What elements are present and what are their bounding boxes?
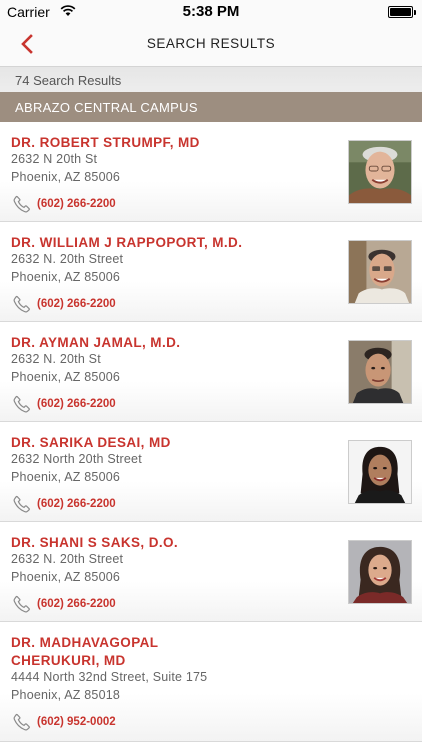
doctor-photo (348, 140, 412, 204)
address-line-1: 2632 N. 20th Street (11, 252, 124, 266)
doctor-photo (348, 340, 412, 404)
phone-number: (602) 266-2200 (37, 498, 116, 510)
clock: 5:38 PM (182, 3, 240, 20)
results-list: DR. ROBERT STRUMPF, MD 2632 N 20th St Ph… (0, 122, 422, 742)
result-item[interactable]: DR. MADHAVAGOPAL CHERUKURI, MD 4444 Nort… (0, 622, 422, 742)
phone-number: (602) 266-2200 (37, 598, 116, 610)
address-line-1: 2632 N. 20th St (11, 352, 101, 366)
address-line-2: Phoenix, AZ 85006 (11, 470, 121, 484)
phone-number: (602) 266-2200 (37, 198, 116, 210)
result-item[interactable]: DR. WILLIAM J RAPPOPORT, M.D. 2632 N. 20… (0, 222, 422, 322)
doctor-name: DR. WILLIAM J RAPPOPORT, M.D. (11, 235, 243, 250)
phone-icon (13, 595, 30, 613)
navigation-bar: SEARCH RESULTS (0, 24, 422, 66)
phone-icon (13, 395, 30, 413)
address-line-2: Phoenix, AZ 85006 (11, 270, 121, 284)
doctor-name-line-2: CHERUKURI, MD (11, 653, 126, 668)
section-title: ABRAZO CENTRAL CAMPUS (15, 100, 198, 115)
phone-icon (13, 713, 30, 731)
results-count: 74 Search Results (15, 73, 122, 88)
doctor-name-line-1: DR. MADHAVAGOPAL (11, 635, 159, 650)
address-line-2: Phoenix, AZ 85006 (11, 370, 121, 384)
phone-number: (602) 266-2200 (37, 298, 116, 310)
phone-icon (13, 195, 30, 213)
doctor-name: DR. ROBERT STRUMPF, MD (11, 135, 200, 150)
phone-icon (13, 295, 30, 313)
address-line-1: 4444 North 32nd Street, Suite 175 (11, 670, 208, 684)
section-header: ABRAZO CENTRAL CAMPUS (0, 92, 422, 122)
doctor-photo (348, 240, 412, 304)
doctor-name: DR. AYMAN JAMAL, M.D. (11, 335, 181, 350)
status-bar: Carrier 5:38 PM (0, 0, 422, 24)
phone-icon (13, 495, 30, 513)
doctor-photo (348, 540, 412, 604)
address-line-2: Phoenix, AZ 85006 (11, 170, 121, 184)
phone-number: (602) 952-0002 (37, 716, 116, 728)
address-line-2: Phoenix, AZ 85018 (11, 688, 121, 702)
doctor-name: DR. SHANI S SAKS, D.O. (11, 535, 179, 550)
result-item[interactable]: DR. ROBERT STRUMPF, MD 2632 N 20th St Ph… (0, 122, 422, 222)
result-item[interactable]: DR. SHANI S SAKS, D.O. 2632 N. 20th Stre… (0, 522, 422, 622)
doctor-name: DR. SARIKA DESAI, MD (11, 435, 171, 450)
address-line-1: 2632 N 20th St (11, 152, 98, 166)
results-count-bar: 74 Search Results (0, 66, 422, 92)
address-line-1: 2632 North 20th Street (11, 452, 142, 466)
address-line-2: Phoenix, AZ 85006 (11, 570, 121, 584)
phone-number: (602) 266-2200 (37, 398, 116, 410)
doctor-name: DR. MADHAVAGOPAL CHERUKURI, MD (11, 634, 158, 670)
doctor-photo (348, 440, 412, 504)
page-title: SEARCH RESULTS (146, 36, 276, 51)
result-item[interactable]: DR. SARIKA DESAI, MD 2632 North 20th Str… (0, 422, 422, 522)
result-item[interactable]: DR. AYMAN JAMAL, M.D. 2632 N. 20th St Ph… (0, 322, 422, 422)
battery-icon (388, 6, 416, 18)
address-line-1: 2632 N. 20th Street (11, 552, 124, 566)
